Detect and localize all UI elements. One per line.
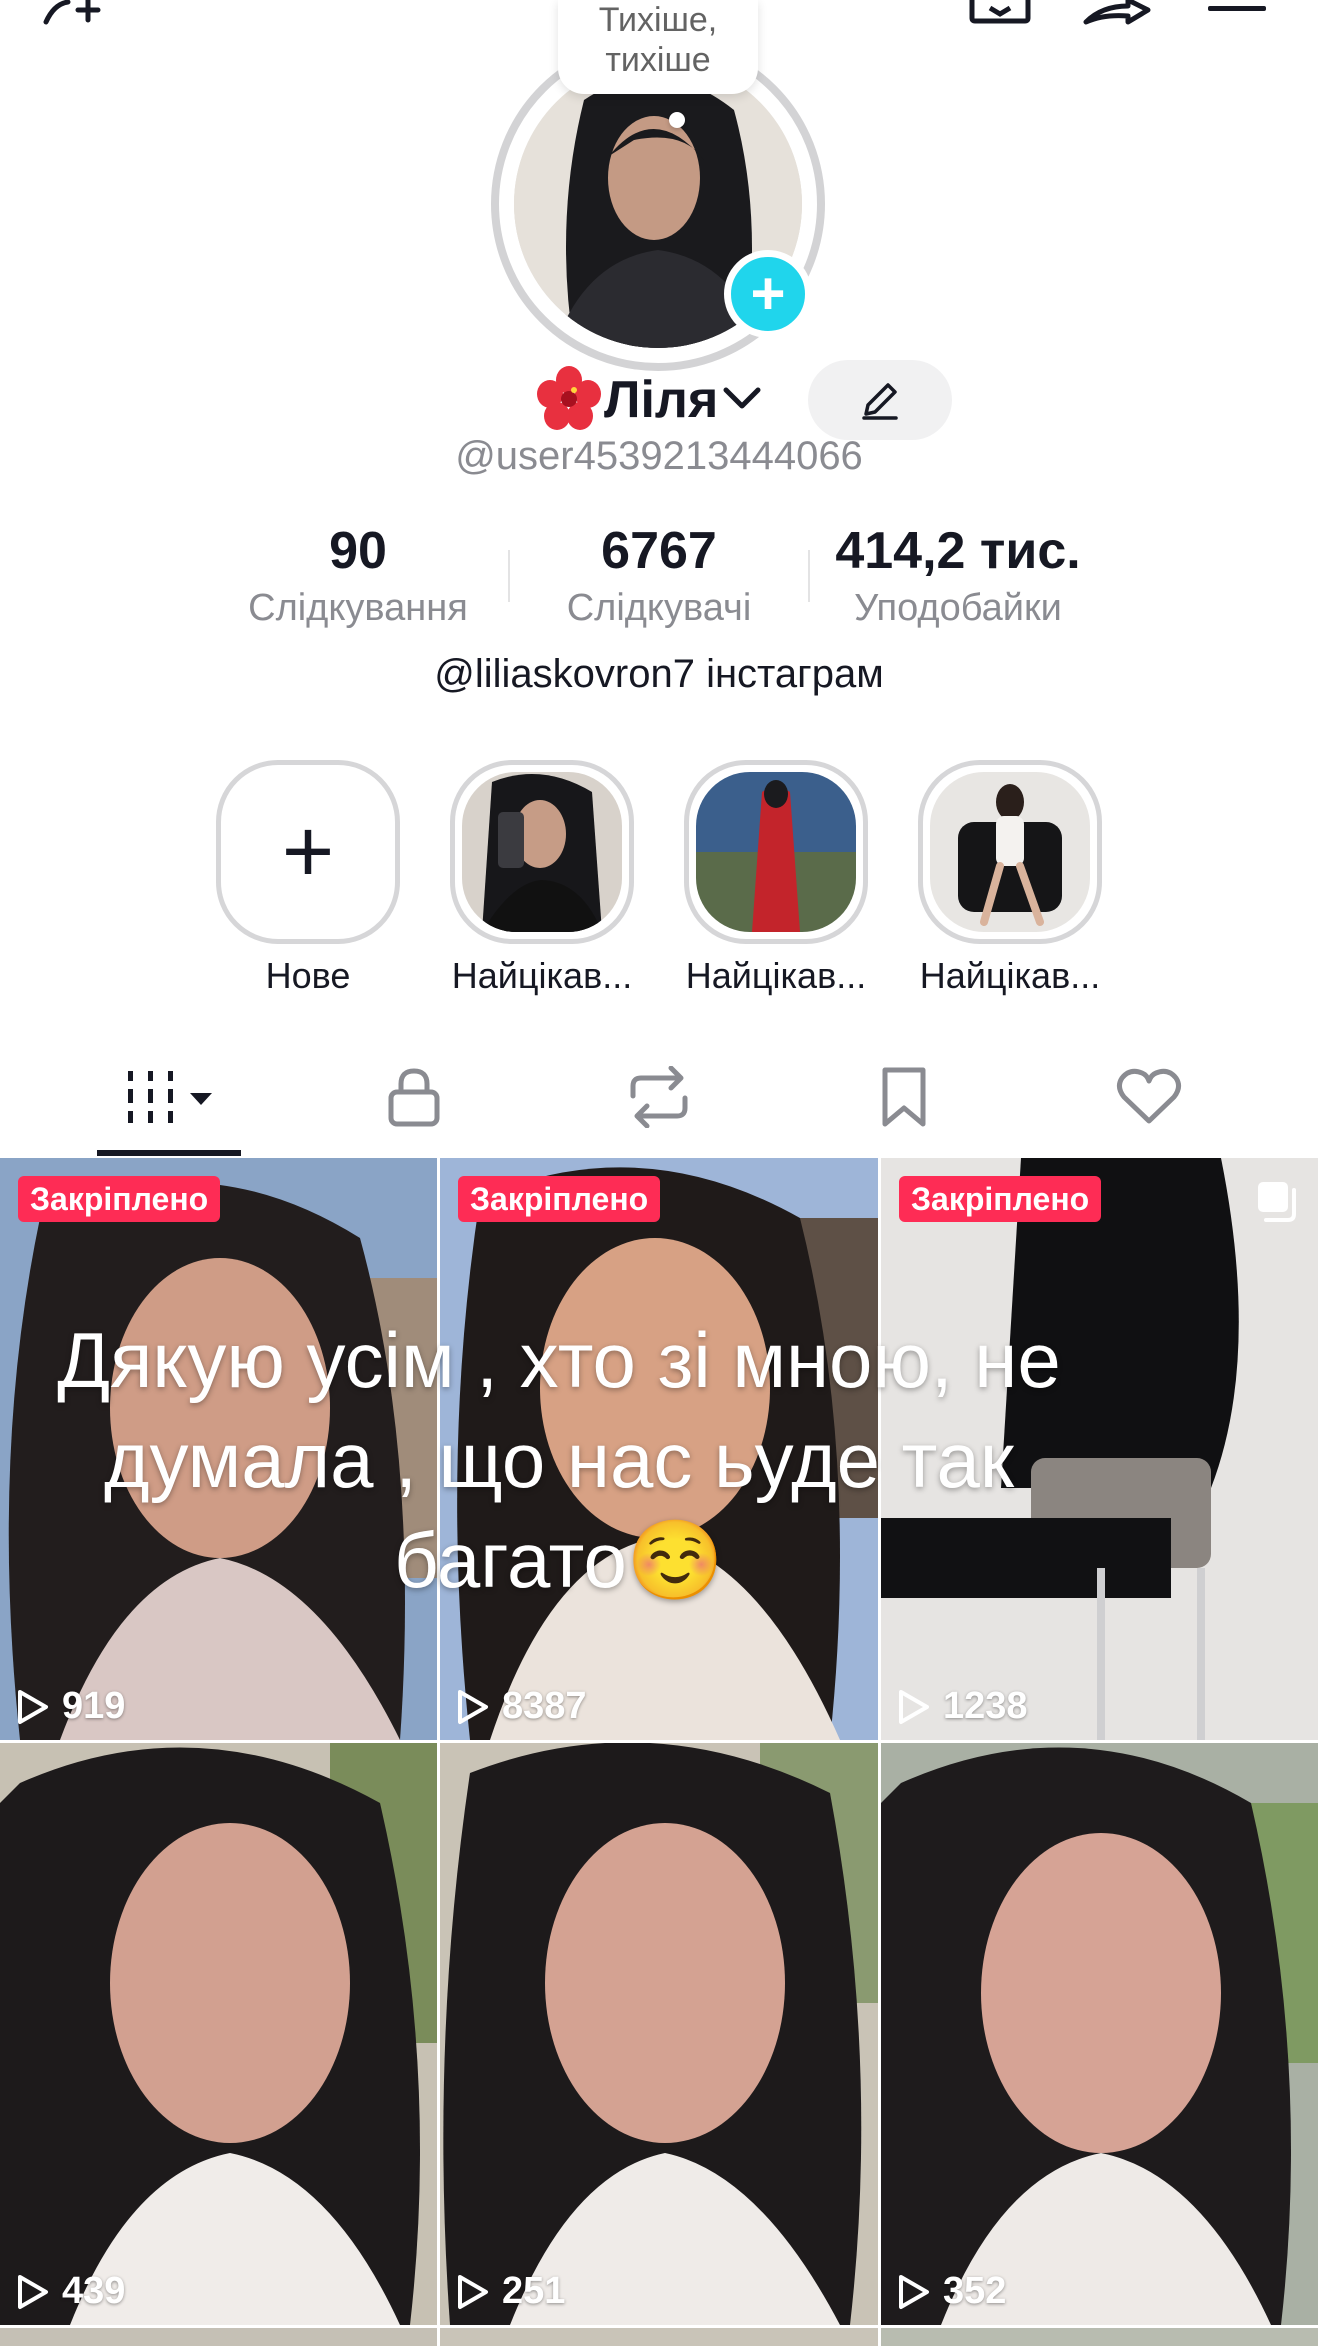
share-icon[interactable] (1082, 0, 1152, 26)
bio-text[interactable]: @liliaskovron7 інстаграм (0, 652, 1318, 697)
highlight-item[interactable]: Найцікав... (676, 760, 876, 998)
pencil-icon (862, 383, 898, 420)
display-name[interactable]: Ліля (604, 368, 718, 432)
pinned-badge: Закріплено (899, 1176, 1102, 1222)
highlight-ring (450, 760, 634, 944)
highlight-ring (684, 760, 868, 944)
play-icon (458, 1689, 488, 1724)
play-icon (899, 1689, 929, 1724)
lock-icon (388, 1068, 440, 1127)
plus-icon: + (281, 802, 335, 902)
highlight-thumbnail (930, 772, 1090, 932)
bubble-line1: Тихіше, (598, 1, 718, 39)
hibiscus-icon (537, 366, 601, 430)
grid-icon (128, 1071, 212, 1123)
add-story-plus-icon[interactable]: + (724, 250, 812, 338)
highlight-item[interactable]: Найцікав... (910, 760, 1110, 998)
stat-label: Уподобайки (854, 587, 1062, 629)
tab-videos[interactable] (124, 1062, 220, 1132)
multi-photo-icon (1258, 1182, 1296, 1222)
tab-saved[interactable] (859, 1062, 949, 1132)
bubble-line2: тихіше (605, 41, 711, 79)
stat-followers[interactable]: 6767 Слідкувачі (509, 520, 809, 632)
view-count-value: 919 (62, 1685, 126, 1727)
tab-reposts[interactable] (614, 1062, 704, 1132)
view-count: 1238 (897, 1685, 1028, 1728)
view-count: 439 (16, 2270, 125, 2313)
stat-label: Слідкування (248, 587, 468, 629)
content-tabs (0, 1040, 1318, 1158)
stat-value: 6767 (601, 522, 717, 580)
creator-tools-icon[interactable] (968, 0, 1032, 24)
play-icon (18, 1689, 48, 1724)
stat-value: 414,2 тис. (835, 522, 1081, 580)
view-count-value: 439 (62, 2270, 126, 2312)
bookmark-icon (882, 1067, 926, 1127)
video-thumbnail[interactable]: 251 (440, 1743, 878, 2325)
highlight-label: Найцікав... (451, 955, 633, 996)
video-thumbnail[interactable]: 352 (881, 1743, 1318, 2325)
stat-value: 90 (329, 522, 387, 580)
highlight-thumbnail (462, 772, 622, 932)
highlight-new[interactable]: + Нове (208, 760, 408, 998)
view-count: 919 (16, 1685, 125, 1728)
highlight-label: Нове (265, 955, 351, 996)
status-bubble[interactable]: Тихіше, тихіше (558, 0, 758, 94)
pinned-badge: Закріплено (18, 1176, 221, 1222)
play-icon (18, 2274, 48, 2309)
story-highlights: + Нове Найцікав... Найцікав... Найцікав.… (0, 760, 1318, 1000)
highlight-item[interactable]: Найцікав... (442, 760, 642, 998)
stat-following[interactable]: 90 Слідкування (208, 520, 508, 632)
pinned-badge: Закріплено (458, 1176, 661, 1222)
chevron-down-icon[interactable] (722, 386, 762, 412)
view-count: 8387 (456, 1685, 587, 1728)
view-count: 352 (897, 2270, 1006, 2313)
view-count-value: 352 (943, 2270, 1007, 2312)
profile-stats: 90 Слідкування 6767 Слідкувачі 414,2 тис… (0, 520, 1318, 630)
video-thumbnail[interactable]: 439 (0, 1743, 437, 2325)
highlight-label: Найцікав... (685, 955, 867, 996)
tab-liked[interactable] (1104, 1062, 1194, 1132)
view-count: 251 (456, 2270, 565, 2313)
video-thumbnail[interactable] (881, 2328, 1318, 2346)
edit-profile-button[interactable] (808, 360, 952, 440)
highlight-ring: + (216, 760, 400, 944)
caption-line: думала , що нас ьуде так (104, 1416, 1014, 1504)
name-row: Ліля (0, 360, 1318, 440)
caption-line: багато☺️ (393, 1516, 724, 1604)
heart-icon (1116, 1068, 1182, 1124)
play-icon (899, 2274, 929, 2309)
add-friend-icon[interactable] (40, 0, 116, 26)
video-thumbnail[interactable] (440, 2328, 878, 2346)
highlight-thumbnail (696, 772, 856, 932)
play-icon (458, 2274, 488, 2309)
tab-private[interactable] (369, 1062, 459, 1132)
highlight-ring (918, 760, 1102, 944)
menu-icon[interactable] (1206, 0, 1270, 16)
stat-likes[interactable]: 414,2 тис. Уподобайки (808, 520, 1108, 632)
view-count-value: 8387 (502, 1685, 587, 1727)
active-tab-indicator (97, 1150, 241, 1156)
caption-line: Дякую усім , хто зі мною, не (57, 1316, 1061, 1404)
bubble-tail (669, 112, 685, 128)
video-caption-overlay: Дякую усім , хто зі мною, не думала , що… (0, 1310, 1118, 1610)
highlight-label: Найцікав... (919, 955, 1101, 996)
stat-label: Слідкувачі (566, 587, 752, 629)
view-count-value: 251 (502, 2270, 566, 2312)
repost-icon (630, 1066, 688, 1128)
username: @user4539213444066 (455, 434, 863, 478)
video-thumbnail[interactable] (0, 2328, 437, 2346)
view-count-value: 1238 (943, 1685, 1028, 1727)
